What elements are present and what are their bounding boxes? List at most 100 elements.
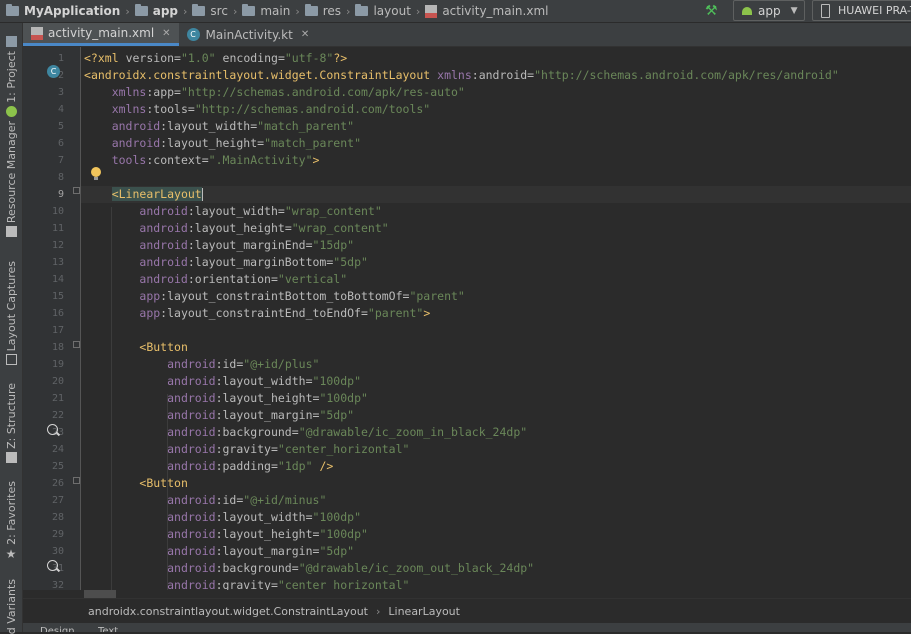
code-line[interactable]: <LinearLayout bbox=[81, 186, 911, 203]
code-line[interactable]: android:layout_marginBottom="5dp" bbox=[81, 254, 911, 271]
code-line[interactable]: android:layout_height="100dp" bbox=[81, 526, 911, 543]
code-line[interactable]: android:id="@+id/minus" bbox=[81, 492, 911, 509]
breadcrumb-linearlayout[interactable]: LinearLayout bbox=[388, 605, 460, 618]
line-number: 30 bbox=[51, 546, 64, 557]
code-line[interactable]: android:layout_margin="5dp" bbox=[81, 407, 911, 424]
layout-captures-tab[interactable]: Layout Captures bbox=[0, 261, 22, 366]
device-selector[interactable]: HUAWEI PRA-T bbox=[812, 0, 911, 21]
fold-marker-icon[interactable] bbox=[73, 187, 80, 194]
code-line[interactable]: <Button bbox=[81, 339, 911, 356]
fold-marker-icon[interactable] bbox=[73, 341, 80, 348]
breadcrumb-constraintlayout[interactable]: androidx.constraintlayout.widget.Constra… bbox=[88, 605, 368, 618]
code-line[interactable]: xmlns:app="http://schemas.android.com/ap… bbox=[81, 84, 911, 101]
breadcrumb-label: activity_main.xml bbox=[442, 4, 549, 18]
code-line[interactable]: <?xml version="1.0" encoding="utf-8"?> bbox=[81, 50, 911, 67]
line-number: 9 bbox=[57, 189, 64, 200]
resource-manager-tab[interactable]: Resource Manager bbox=[0, 121, 22, 238]
lightbulb-icon[interactable] bbox=[91, 167, 101, 180]
code-line[interactable]: app:layout_constraintEnd_toEndOf="parent… bbox=[81, 305, 911, 322]
code-line[interactable]: android:padding="1dp" /> bbox=[81, 458, 911, 475]
breadcrumb-src[interactable]: src bbox=[192, 4, 228, 18]
module-folder-icon bbox=[134, 4, 148, 16]
zoom-in-preview-icon[interactable] bbox=[47, 424, 58, 435]
tab-main-activity-kt[interactable]: C MainActivity.kt ✕ bbox=[179, 23, 318, 46]
code-line[interactable]: android:layout_height="wrap_content" bbox=[81, 220, 911, 237]
code-line[interactable]: android:gravity="center_horizontal" bbox=[81, 441, 911, 458]
code-line[interactable]: android:layout_margin="5dp" bbox=[81, 543, 911, 560]
tab-design[interactable]: Design bbox=[40, 625, 75, 632]
class-marker-icon[interactable]: C bbox=[47, 65, 60, 78]
close-icon[interactable]: ✕ bbox=[301, 29, 309, 40]
dropdown-arrow-icon: ▼ bbox=[790, 5, 798, 16]
code-line-text: android:gravity="center_horizontal" bbox=[167, 578, 410, 590]
code-line[interactable] bbox=[81, 322, 911, 339]
horizontal-scrollbar[interactable] bbox=[84, 590, 116, 598]
tab-label: activity_main.xml bbox=[48, 26, 155, 40]
navigation-bar: MyApplication › app › src › main › res ›… bbox=[0, 0, 911, 23]
code-line[interactable]: android:gravity="center_horizontal" bbox=[81, 577, 911, 590]
code-line[interactable]: android:layout_width="wrap_content" bbox=[81, 203, 911, 220]
code-line-text: android:layout_height="match_parent" bbox=[111, 136, 361, 150]
breadcrumb-layout[interactable]: layout bbox=[355, 4, 411, 18]
left-tool-strip: 1: Project Resource Manager Layout Captu… bbox=[0, 23, 23, 634]
line-number: 14 bbox=[51, 274, 64, 285]
code-line[interactable]: xmlns:tools="http://schemas.android.com/… bbox=[81, 101, 911, 118]
breadcrumb-label: res bbox=[322, 4, 342, 18]
code-line[interactable]: android:orientation="vertical" bbox=[81, 271, 911, 288]
chevron-right-icon: › bbox=[183, 4, 188, 18]
breadcrumb-main[interactable]: main bbox=[242, 4, 290, 18]
code-line[interactable]: android:layout_height="match_parent" bbox=[81, 135, 911, 152]
breadcrumb-project[interactable]: MyApplication bbox=[6, 4, 120, 18]
line-number: 8 bbox=[57, 172, 64, 183]
line-number: 19 bbox=[51, 359, 64, 370]
breadcrumb-file[interactable]: activity_main.xml bbox=[425, 4, 548, 18]
line-number-gutter[interactable]: 1 2 3 4 5 6 7 8 9 10 11 12 13 14 15 16 17 18 19 20 21 22 23 24 2… bbox=[23, 47, 80, 608]
project-tool-tab[interactable]: 1: Project bbox=[0, 33, 22, 117]
hammer-icon[interactable]: ⚒ bbox=[705, 3, 718, 19]
code-line[interactable]: android:background="@drawable/ic_zoom_ou… bbox=[81, 560, 911, 577]
tab-text[interactable]: Text bbox=[98, 625, 118, 632]
chevron-right-icon: › bbox=[375, 605, 381, 618]
code-line[interactable]: android:layout_marginEnd="15dp" bbox=[81, 237, 911, 254]
bottom-editor-tabs bbox=[23, 623, 911, 632]
code-editor[interactable]: <?xml version="1.0" encoding="utf-8"?> <a… bbox=[81, 47, 911, 590]
line-number: 12 bbox=[51, 240, 64, 251]
code-line-text: <LinearLayout bbox=[111, 187, 203, 201]
breadcrumb-label: main bbox=[260, 4, 291, 18]
zoom-out-preview-icon[interactable] bbox=[47, 560, 58, 571]
breadcrumb-res[interactable]: res bbox=[304, 4, 342, 18]
project-icon bbox=[5, 36, 17, 47]
fold-marker-icon[interactable] bbox=[73, 477, 80, 484]
code-line[interactable]: android:layout_width="100dp" bbox=[81, 509, 911, 526]
line-number: 16 bbox=[51, 308, 64, 319]
code-line-text: android:padding="1dp" /> bbox=[167, 459, 334, 473]
xml-file-icon bbox=[31, 26, 43, 40]
tab-activity-main-xml[interactable]: activity_main.xml ✕ bbox=[23, 23, 179, 46]
favorites-tab[interactable]: 2: Favorites ★ bbox=[0, 481, 22, 561]
build-variants-tab[interactable]: d Variants bbox=[0, 579, 22, 634]
line-number: 29 bbox=[51, 529, 64, 540]
breadcrumb-label: MyApplication bbox=[24, 4, 121, 18]
line-number: 27 bbox=[51, 495, 64, 506]
breadcrumb-app[interactable]: app bbox=[134, 4, 178, 18]
line-number: 6 bbox=[57, 138, 64, 149]
code-line-text: <androidx.constraintlayout.widget.Constr… bbox=[84, 68, 839, 82]
code-line[interactable]: <Button bbox=[81, 475, 911, 492]
close-icon[interactable]: ✕ bbox=[162, 28, 170, 39]
line-number: 15 bbox=[51, 291, 64, 302]
star-icon: ★ bbox=[5, 546, 17, 561]
folder-icon bbox=[355, 4, 369, 16]
code-line[interactable]: android:layout_width="100dp" bbox=[81, 373, 911, 390]
structure-tab[interactable]: Z: Structure bbox=[0, 383, 22, 463]
code-line[interactable]: tools:context=".MainActivity"> bbox=[81, 152, 911, 169]
tool-tab-label: 1: Project bbox=[4, 51, 18, 103]
chevron-right-icon: › bbox=[415, 4, 421, 18]
run-configuration-dropdown[interactable]: app ▼ bbox=[733, 0, 805, 21]
code-line[interactable] bbox=[81, 169, 911, 186]
code-line[interactable]: android:background="@drawable/ic_zoom_in… bbox=[81, 424, 911, 441]
code-line[interactable]: android:layout_width="match_parent" bbox=[81, 118, 911, 135]
code-line[interactable]: app:layout_constraintBottom_toBottomOf="… bbox=[81, 288, 911, 305]
code-line[interactable]: android:layout_height="100dp" bbox=[81, 390, 911, 407]
code-line[interactable]: android:id="@+id/plus" bbox=[81, 356, 911, 373]
code-line[interactable]: <androidx.constraintlayout.widget.Constr… bbox=[81, 67, 911, 84]
